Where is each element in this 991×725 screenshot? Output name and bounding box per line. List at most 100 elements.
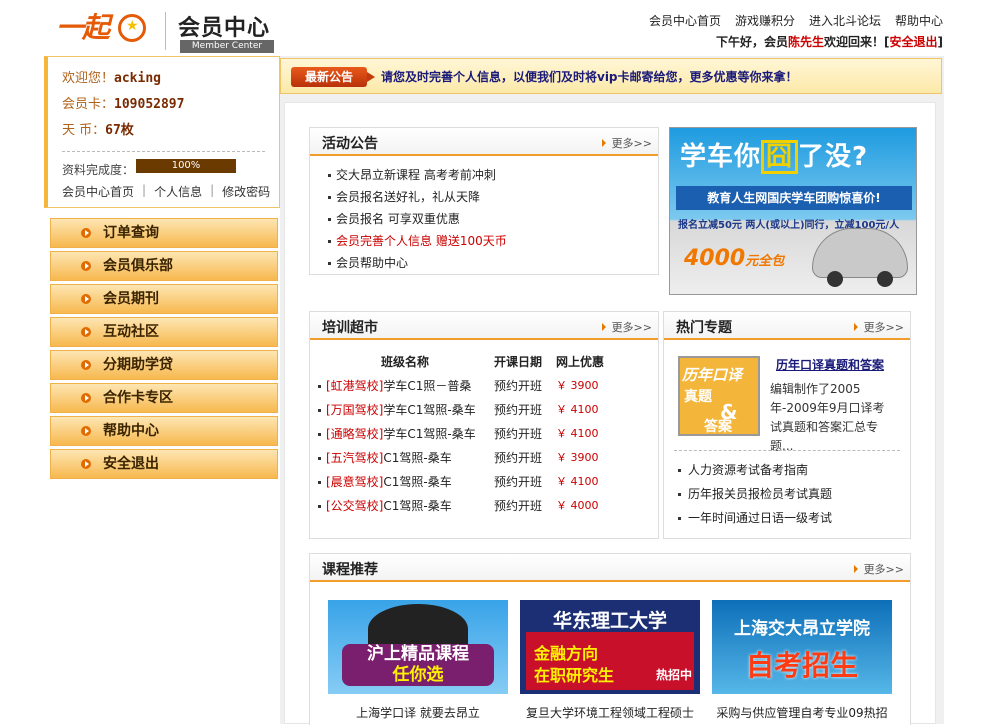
course-name: C1驾照-桑车 bbox=[383, 499, 452, 513]
courses-header: 课程推荐 更多>> bbox=[310, 554, 910, 582]
sidebar-item-student-loan[interactable]: 分期助学贷 bbox=[50, 350, 278, 380]
sidebar-item-partner-card[interactable]: 合作卡专区 bbox=[50, 383, 278, 413]
page-title: 会员中心 bbox=[178, 16, 271, 41]
course-card-caption[interactable]: 上海学口译 就要去昂立 bbox=[328, 704, 508, 721]
arrow-icon bbox=[81, 393, 91, 403]
list-item[interactable]: 历年报关员报检员考试真题 bbox=[678, 482, 832, 506]
top-nav-member-home[interactable]: 会员中心首页 bbox=[649, 12, 721, 29]
start-date: 预约开班 bbox=[494, 499, 543, 513]
site-logo[interactable]: 一起 ★ bbox=[56, 8, 156, 48]
topics-more-link[interactable]: 更多>> bbox=[854, 319, 904, 335]
school-name: [晨意驾校] bbox=[326, 475, 384, 489]
ad-headline-pre: 学车你 bbox=[680, 142, 762, 172]
topic-feature-link[interactable]: 历年口译真题和答案 bbox=[776, 356, 884, 373]
sidebar-item-club[interactable]: 会员俱乐部 bbox=[50, 251, 278, 281]
sidebar-item-label: 订单查询 bbox=[103, 225, 159, 241]
user-card: 会员卡：109052897 bbox=[62, 93, 184, 112]
topics-divider bbox=[674, 450, 900, 451]
greeting-label: 欢迎您！ bbox=[62, 71, 115, 86]
course-card-badge: 沪上精品课程 任你选 bbox=[342, 644, 494, 686]
course-cell: [公交驾校]C1驾照-桑车 bbox=[316, 494, 494, 518]
course-recommend-box: 课程推荐 更多>> 沪上精品课程 任你选 上海学口译 就要去昂立 华东理工大学 金… bbox=[309, 553, 911, 725]
price: ￥ 3900 bbox=[556, 451, 599, 464]
header: 一起 ★ 会员中心 Member Center 会员中心首页 游戏赚积分 进入北… bbox=[0, 0, 991, 56]
welcome-suffix: 欢迎回来！[ bbox=[824, 35, 890, 49]
username: acking bbox=[114, 71, 161, 86]
ad-subline: 教育人生网国庆学车团购惊喜价! bbox=[676, 186, 912, 210]
sidebar-item-logout[interactable]: 安全退出 bbox=[50, 449, 278, 479]
table-row[interactable]: [五汽驾校]C1驾照-桑车 预约开班 ￥ 3900 bbox=[316, 446, 636, 470]
school-name: [通略驾校] bbox=[326, 427, 384, 441]
topic-image[interactable]: 历年口译 真题 & 答案 bbox=[678, 356, 760, 436]
activity-list: 交大昂立新课程 高考考前冲刺 会员报名送好礼，礼从天降 会员报名 可享双重优惠 … bbox=[310, 156, 658, 274]
price: ￥ 4100 bbox=[556, 427, 599, 440]
page-subtitle: Member Center bbox=[180, 40, 274, 53]
start-date: 预约开班 bbox=[494, 475, 543, 489]
course-card-line: 任你选 bbox=[392, 665, 444, 685]
col-start-date: 开课日期 bbox=[494, 355, 543, 369]
notice-text[interactable]: 请您及时完善个人信息，以便我们及时将vip卡邮寄给您，更多优惠等你来拿！ bbox=[381, 68, 798, 85]
sidebar-menu: 订单查询 会员俱乐部 会员期刊 互动社区 分期助学贷 合作卡专区 帮助中心 安全… bbox=[50, 218, 278, 482]
course-name: C1驾照-桑车 bbox=[383, 451, 452, 465]
sidebar-item-orders[interactable]: 订单查询 bbox=[50, 218, 278, 248]
sidebar-item-label: 互动社区 bbox=[103, 324, 159, 340]
header-logout-link[interactable]: 安全退出 bbox=[890, 35, 938, 49]
list-item[interactable]: 会员报名 可享双重优惠 bbox=[328, 208, 658, 230]
ad-headline-box: 囧 bbox=[761, 140, 799, 174]
content-panel: 活动公告 更多>> 交大昂立新课程 高考考前冲刺 会员报名送好礼，礼从天降 会员… bbox=[284, 102, 936, 725]
welcome-username: 陈先生 bbox=[787, 35, 824, 49]
user-link-member-home[interactable]: 会员中心首页 bbox=[62, 183, 134, 200]
notice-badge: 最新公告 bbox=[291, 67, 375, 87]
top-nav-game-points[interactable]: 游戏赚积分 bbox=[735, 12, 795, 29]
coin-label: 天 币： bbox=[62, 123, 106, 138]
activity-title: 活动公告 bbox=[322, 136, 378, 152]
course-card-caption[interactable]: 复旦大学环境工程领域工程硕士 bbox=[520, 704, 700, 721]
topic-feature-desc: 编辑制作了2005年-2009年9月口译考试真题和答案汇总专题... bbox=[770, 382, 885, 453]
table-row[interactable]: [晨意驾校]C1驾照-桑车 预约开班 ￥ 4100 bbox=[316, 470, 636, 494]
sidebar-item-label: 会员期刊 bbox=[103, 291, 159, 307]
courses-more-link[interactable]: 更多>> bbox=[854, 561, 904, 577]
sidebar-item-help[interactable]: 帮助中心 bbox=[50, 416, 278, 446]
course-card-image[interactable]: 华东理工大学 金融方向 在职研究生 热招中 bbox=[520, 600, 700, 694]
top-nav: 会员中心首页 游戏赚积分 进入北斗论坛 帮助中心 bbox=[649, 12, 943, 29]
sidebar-item-label: 合作卡专区 bbox=[103, 390, 173, 406]
list-item[interactable]: 会员帮助中心 bbox=[328, 252, 658, 274]
list-item[interactable]: 会员完善个人信息 赠送100天币 bbox=[328, 230, 658, 252]
courses-title: 课程推荐 bbox=[322, 562, 378, 578]
list-item[interactable]: 交大昂立新课程 高考考前冲刺 bbox=[328, 164, 658, 186]
user-link-personal-info[interactable]: 个人信息 bbox=[154, 183, 202, 200]
arrow-icon bbox=[81, 261, 91, 271]
link-separator: | bbox=[142, 183, 147, 197]
training-table: 班级名称 开课日期 网上优惠 [虹港驾校]学车C1照－普桑 预约开班 ￥ 3900 … bbox=[316, 350, 636, 518]
topic-image-line: 答案 bbox=[704, 419, 732, 435]
col-class-name: 班级名称 bbox=[380, 355, 429, 369]
course-card-image[interactable]: 上海交大昂立学院 自考招生 bbox=[712, 600, 892, 694]
user-link-change-password[interactable]: 修改密码 bbox=[222, 183, 270, 200]
top-nav-help[interactable]: 帮助中心 bbox=[895, 12, 943, 29]
list-item[interactable]: 一年时间通过日语一级考试 bbox=[678, 506, 832, 530]
driving-ad-banner[interactable]: 学车你囧了没? 教育人生网国庆学车团购惊喜价! 报名立减50元 两人(或以上)同… bbox=[669, 127, 917, 295]
course-cell: [通略驾校]学车C1驾照-桑车 bbox=[316, 422, 494, 446]
course-card-line: 热招中 bbox=[655, 668, 692, 682]
table-row[interactable]: [公交驾校]C1驾照-桑车 预约开班 ￥ 4000 bbox=[316, 494, 636, 518]
course-card-caption[interactable]: 采购与供应管理自考专业09热招 bbox=[712, 704, 892, 721]
logo-star-icon: ★ bbox=[126, 18, 139, 34]
profile-completion-text: 100% bbox=[171, 160, 201, 171]
training-title: 培训超市 bbox=[322, 320, 378, 336]
table-row[interactable]: [万国驾校]学车C1驾照-桑车 预约开班 ￥ 4100 bbox=[316, 398, 636, 422]
card-number: 109052897 bbox=[114, 97, 185, 112]
sidebar-item-journal[interactable]: 会员期刊 bbox=[50, 284, 278, 314]
course-cell: [五汽驾校]C1驾照-桑车 bbox=[316, 446, 494, 470]
course-card-image[interactable]: 沪上精品课程 任你选 bbox=[328, 600, 508, 694]
table-row[interactable]: [虹港驾校]学车C1照－普桑 预约开班 ￥ 3900 bbox=[316, 374, 636, 398]
activity-more-link[interactable]: 更多>> bbox=[602, 135, 652, 151]
list-item[interactable]: 人力资源考试备考指南 bbox=[678, 458, 832, 482]
list-item[interactable]: 会员报名送好礼，礼从天降 bbox=[328, 186, 658, 208]
user-coins: 天 币：67枚 bbox=[62, 119, 134, 138]
training-more-link[interactable]: 更多>> bbox=[602, 319, 652, 335]
table-row[interactable]: [通略驾校]学车C1驾照-桑车 预约开班 ￥ 4100 bbox=[316, 422, 636, 446]
link-separator: | bbox=[210, 183, 215, 197]
sidebar-item-community[interactable]: 互动社区 bbox=[50, 317, 278, 347]
top-nav-forum[interactable]: 进入北斗论坛 bbox=[809, 12, 881, 29]
course-name: 学车C1照－普桑 bbox=[383, 379, 472, 393]
